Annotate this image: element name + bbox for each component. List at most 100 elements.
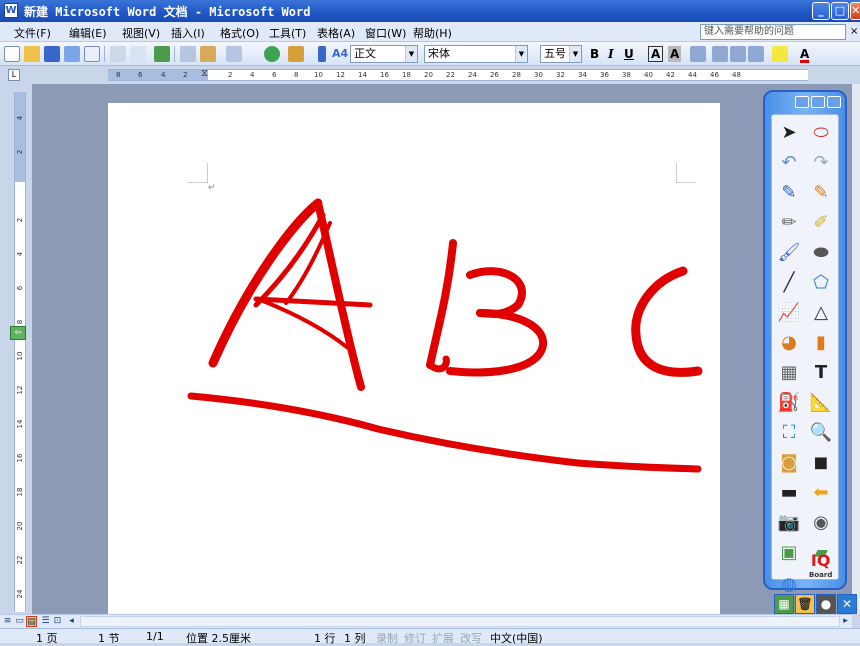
research-icon[interactable] [130,46,146,62]
character-border-button[interactable]: A [648,46,664,62]
spotlight-icon[interactable]: ◙ [776,449,802,475]
minimize-button[interactable]: _ [812,2,830,20]
character-shading-button[interactable]: A [668,46,682,62]
pointer-arrow-icon[interactable]: ➤ [776,119,802,145]
panel-close-button[interactable] [827,96,841,108]
folder-icon[interactable]: ▣ [776,539,802,565]
menu-edit[interactable]: 编辑(E) [69,25,107,41]
open-folder-icon[interactable] [24,46,40,62]
grid-icon[interactable]: ▦ [774,594,794,614]
font-size-combo[interactable]: 五号 ▼ [540,45,582,63]
hyperlink-icon[interactable] [264,46,280,62]
new-document-icon[interactable] [4,46,20,62]
record-dot-icon[interactable]: ● [816,594,836,614]
help-close-icon[interactable]: × [850,26,858,37]
eraser-icon[interactable]: ⬬ [808,239,834,265]
horizontal-scrollbar[interactable]: ≡ ▭ ▤ ☰ ⊡ ◂ ▸ [0,614,852,628]
style-combo[interactable]: 正文 ▼ [350,45,418,63]
bold-button[interactable]: B [590,45,599,63]
underline-button[interactable]: U [624,45,634,63]
scroll-right-icon[interactable]: ▸ [840,616,851,627]
camera-icon[interactable]: 📷 [776,509,802,535]
horizontal-ruler[interactable]: L 8 6 4 2 ⧖ 2 4 6 8 10 12 14 16 18 20 22… [0,66,860,84]
mouse-icon[interactable]: ⬭ [808,119,834,145]
vertical-scrollbar[interactable] [852,84,860,614]
trash-icon[interactable]: 🗑 [795,594,815,614]
reading-view-icon[interactable]: ⊡ [52,616,63,627]
menu-help[interactable]: 帮助(H) [413,25,452,41]
tab-selector[interactable]: L [8,69,20,81]
scroll-left-icon[interactable]: ◂ [66,616,77,627]
status-overtype[interactable]: 改写 [460,630,482,646]
arrow-left-icon[interactable]: ⬅ [808,479,834,505]
redo-icon[interactable]: ↷ [808,149,834,175]
text-icon[interactable]: T [808,359,834,385]
align-justify-icon[interactable] [690,46,706,62]
menu-insert[interactable]: 插入(I) [171,25,205,41]
pen-orange-icon[interactable]: ✎ [808,179,834,205]
normal-view-icon[interactable]: ≡ [2,616,13,627]
bar-chart-icon[interactable]: ▮ [808,329,834,355]
numbering-icon[interactable] [712,46,728,62]
screen-icon[interactable]: ▬ [776,479,802,505]
panel-minimize-button[interactable] [795,96,809,108]
permission-icon[interactable] [64,46,80,62]
save-icon[interactable] [44,46,60,62]
italic-button[interactable]: I [608,45,614,63]
panel-restore-button[interactable] [811,96,825,108]
toolbar-options-icon[interactable] [318,46,326,62]
chart-icon[interactable]: 📈 [776,299,802,325]
status-track-changes[interactable]: 修订 [404,630,426,646]
table-icon[interactable]: ▦ [776,359,802,385]
menu-format[interactable]: 格式(O) [220,25,259,41]
triangle-icon[interactable]: △ [808,299,834,325]
ruler-icon[interactable]: 📐 [808,389,834,415]
web-view-icon[interactable]: ▭ [14,616,25,627]
side-tab-arrow-icon[interactable]: ⇦ [10,326,26,340]
scroll-thumb[interactable] [80,616,840,627]
print-icon[interactable] [84,46,100,62]
print-preview-icon[interactable] [110,46,126,62]
font-color-button[interactable]: A [800,45,809,63]
screen-capture-icon[interactable]: ⛶ [776,419,802,445]
cut-icon[interactable] [180,46,196,62]
maximize-button[interactable]: □ [831,2,849,20]
undo-icon[interactable] [226,46,242,62]
ruler-label: 2 [228,71,233,79]
pen-blue-icon[interactable]: ✎ [776,179,802,205]
status-record[interactable]: 录制 [376,630,398,646]
fill-icon[interactable]: ⛽ [776,389,802,415]
bullets-icon[interactable] [730,46,746,62]
undo-icon[interactable]: ↶ [776,149,802,175]
line-icon[interactable]: ╱ [776,269,802,295]
help-search-input[interactable]: 键入需要帮助的问题 [700,24,846,40]
polygon-icon[interactable]: ⬠ [808,269,834,295]
close-icon[interactable]: ✕ [837,594,857,614]
menu-view[interactable]: 视图(V) [122,25,160,41]
menu-file[interactable]: 文件(F) [14,25,51,41]
record-icon[interactable]: ◉ [808,509,834,535]
font-combo[interactable]: 宋体 ▼ [424,45,528,63]
highlight-icon[interactable] [772,46,788,62]
document-page[interactable]: ↵ [108,103,720,614]
iq-board-toolbar[interactable]: ➤ ⬭ ↶ ↷ ✎ ✎ ✏ ✐ 🖌 ⬬ ╱ ⬠ 📈 △ ◕ ▮ ▦ T ⛽ 📐 … [763,90,847,595]
comment-icon[interactable]: ◼ [808,449,834,475]
menu-table[interactable]: 表格(A) [317,25,355,41]
highlighter-icon[interactable]: ✐ [808,209,834,235]
pencil-icon[interactable]: ✏ [776,209,802,235]
vertical-ruler[interactable]: 4 2 2 4 6 8 10 12 14 16 18 20 22 24 [14,92,26,612]
print-view-icon[interactable]: ▤ [26,616,37,627]
outline-view-icon[interactable]: ☰ [40,616,51,627]
first-line-indent-marker[interactable]: ⧖ [201,68,208,79]
close-button[interactable]: ✕ [850,2,860,20]
menu-tools[interactable]: 工具(T) [269,25,306,41]
pie-chart-icon[interactable]: ◕ [776,329,802,355]
brush-icon[interactable]: 🖌 [776,239,802,265]
drawing-icon[interactable] [288,46,304,62]
status-extend[interactable]: 扩展 [432,630,454,646]
spelling-icon[interactable] [154,46,170,62]
magnifier-icon[interactable]: 🔍 [808,419,834,445]
menu-window[interactable]: 窗口(W) [365,25,406,41]
paste-icon[interactable] [200,46,216,62]
indent-icon[interactable] [748,46,764,62]
